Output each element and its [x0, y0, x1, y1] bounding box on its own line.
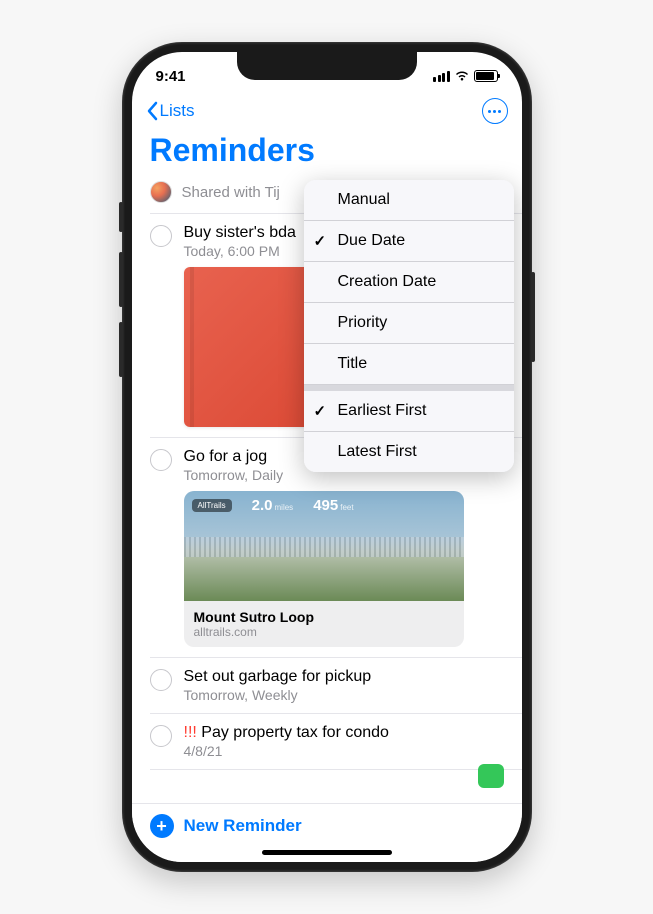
reminder-title: !!! Pay property tax for condo	[184, 724, 504, 742]
check-icon: ✓	[314, 232, 327, 250]
reminder-item[interactable]: !!! Pay property tax for condo 4/8/21	[132, 714, 522, 769]
complete-toggle[interactable]	[150, 725, 172, 747]
link-image: AllTrails 2.0 miles 495 feet	[184, 491, 464, 601]
status-time: 9:41	[156, 68, 186, 85]
reminder-subtitle: Tomorrow, Weekly	[184, 687, 504, 703]
volume-up	[119, 252, 123, 307]
new-reminder-button[interactable]: New Reminder	[184, 816, 302, 836]
home-indicator[interactable]	[262, 850, 392, 855]
check-icon: ✓	[314, 402, 327, 420]
app-content: Lists Reminders Shared with Tij Buy sist…	[132, 92, 522, 862]
link-preview[interactable]: AllTrails 2.0 miles 495 feet	[184, 491, 464, 647]
divider	[150, 769, 522, 770]
wifi-icon	[454, 70, 470, 82]
messages-icon	[478, 764, 504, 788]
ellipsis-icon	[488, 110, 501, 113]
more-button[interactable]	[482, 98, 508, 124]
sort-order-latest[interactable]: Latest First	[304, 432, 514, 472]
complete-toggle[interactable]	[150, 449, 172, 471]
back-label: Lists	[160, 101, 195, 121]
nav-bar: Lists	[132, 92, 522, 130]
cellular-signal-icon	[433, 71, 450, 82]
link-title: Mount Sutro Loop	[194, 609, 454, 625]
reminder-subtitle: 4/8/21	[184, 743, 504, 759]
link-stat-elevation: 495 feet	[313, 497, 353, 514]
sort-option-priority[interactable]: Priority	[304, 303, 514, 344]
side-button	[531, 272, 535, 362]
reminder-title: Set out garbage for pickup	[184, 668, 504, 686]
sort-option-manual[interactable]: Manual	[304, 180, 514, 221]
avatar	[150, 181, 172, 203]
shared-with-label: Shared with Tij	[182, 184, 280, 201]
page-title: Reminders	[132, 130, 522, 177]
reminder-item[interactable]: Set out garbage for pickup Tomorrow, Wee…	[132, 658, 522, 713]
phone-frame: 9:41 Lists	[122, 42, 532, 872]
sort-option-title[interactable]: Title	[304, 344, 514, 385]
volume-down	[119, 322, 123, 377]
screen: 9:41 Lists	[132, 52, 522, 862]
sort-option-creation-date[interactable]: Creation Date	[304, 262, 514, 303]
priority-flag: !!!	[184, 724, 202, 741]
notch	[237, 52, 417, 80]
mute-switch	[119, 202, 123, 232]
complete-toggle[interactable]	[150, 225, 172, 247]
chevron-left-icon	[146, 101, 158, 121]
link-stat-distance: 2.0 miles	[252, 497, 294, 514]
back-button[interactable]: Lists	[146, 101, 195, 121]
sort-option-due-date[interactable]: ✓ Due Date	[304, 221, 514, 262]
battery-icon	[474, 70, 498, 82]
link-badge: AllTrails	[192, 499, 232, 512]
plus-icon: +	[150, 814, 174, 838]
sort-menu: Manual ✓ Due Date Creation Date Priority…	[304, 180, 514, 472]
link-domain: alltrails.com	[194, 625, 454, 639]
complete-toggle[interactable]	[150, 669, 172, 691]
sort-order-earliest[interactable]: ✓ Earliest First	[304, 391, 514, 432]
